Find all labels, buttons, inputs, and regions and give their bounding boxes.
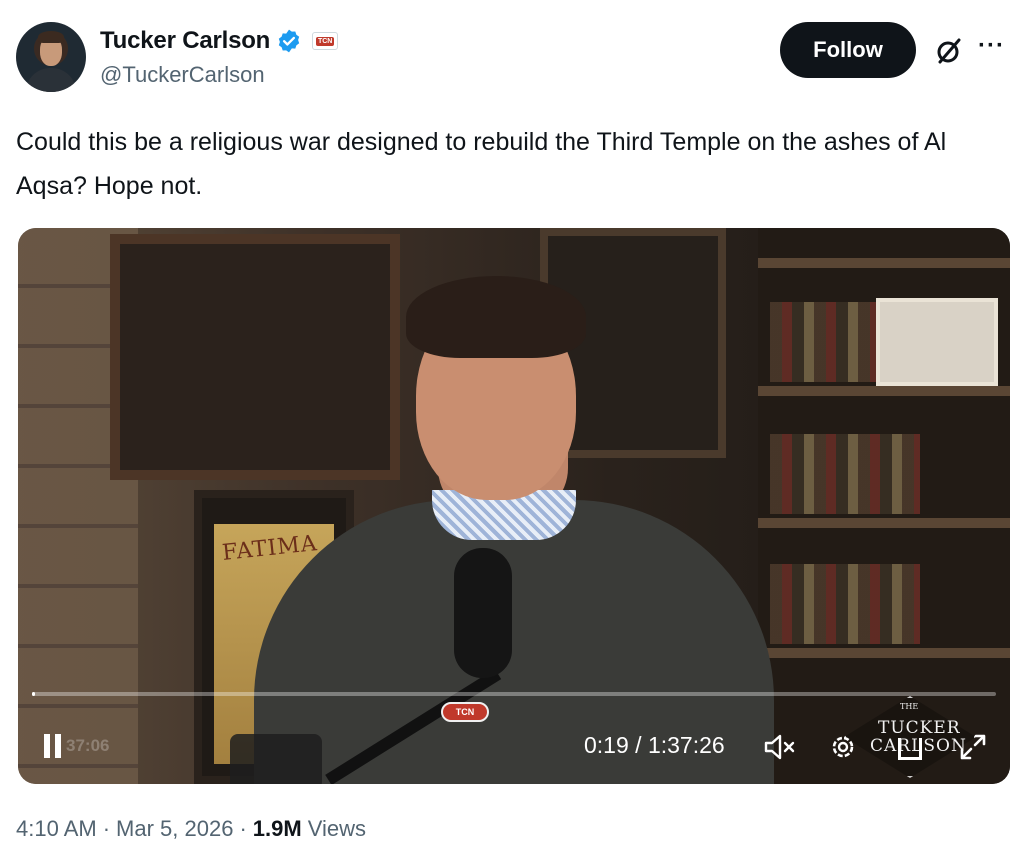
mic-badge: TCN [441, 702, 489, 722]
tweet-text: Could this be a religious war designed t… [16, 128, 947, 200]
expand-icon[interactable] [958, 732, 988, 762]
pause-icon[interactable] [42, 732, 64, 760]
video-player[interactable]: FATIMA TCN THE TUCKER CARLSON 37:06 0:19… [18, 228, 1010, 784]
books-row [770, 564, 920, 644]
grok-icon[interactable] [934, 36, 964, 66]
microphone [454, 548, 512, 678]
views-label: Views [307, 816, 366, 841]
avatar-body [26, 68, 76, 92]
fullscreen-frame-icon[interactable] [898, 738, 922, 760]
duration: 1:37:26 [647, 732, 725, 758]
shelf-board [758, 648, 1010, 658]
shelf-board [758, 386, 1010, 396]
name-row: Tucker Carlson TCN [100, 26, 339, 56]
framed-photo [876, 298, 998, 386]
author-name[interactable]: Tucker Carlson [100, 27, 270, 55]
meta-separator: · [239, 816, 247, 841]
ghost-timestamp: 37:06 [66, 736, 110, 755]
time-separator: / [628, 732, 648, 758]
post-date[interactable]: Mar 5, 2026 [116, 816, 233, 842]
author-handle[interactable]: @TuckerCarlson [100, 62, 265, 88]
avatar-hair [38, 31, 64, 43]
current-time: 0:19 [584, 732, 629, 758]
post-time[interactable]: 4:10 AM [16, 816, 97, 842]
affiliation-badge-label: TCN [315, 36, 335, 46]
verified-badge-icon[interactable] [276, 28, 302, 54]
time-display: 0:19 / 1:37:26 [584, 732, 725, 759]
presenter-hair [406, 276, 586, 358]
mute-icon[interactable] [762, 732, 796, 762]
affiliation-badge[interactable]: TCN [312, 32, 339, 50]
meta-separator: · [102, 816, 111, 841]
progress-fill [32, 692, 36, 696]
shelf-board [758, 518, 1010, 528]
shelf-board [758, 258, 1010, 268]
video-controls: 37:06 0:19 / 1:37:26 [18, 726, 1010, 770]
wall-frame [110, 234, 400, 480]
tweet-header: Tucker Carlson TCN @TuckerCarlson Follow… [16, 20, 1008, 96]
more-options-icon[interactable]: ··· [978, 32, 1005, 60]
watermark-small-text: THE [900, 702, 919, 711]
avatar[interactable] [16, 22, 86, 92]
settings-icon[interactable] [828, 732, 858, 762]
views-count[interactable]: 1.9M [253, 816, 302, 842]
books-row [770, 434, 920, 514]
progress-bar[interactable] [32, 692, 996, 696]
follow-button[interactable]: Follow [780, 22, 916, 78]
tweet-meta: 4:10 AM · Mar 5, 2026 · 1.9M Views [16, 816, 366, 842]
